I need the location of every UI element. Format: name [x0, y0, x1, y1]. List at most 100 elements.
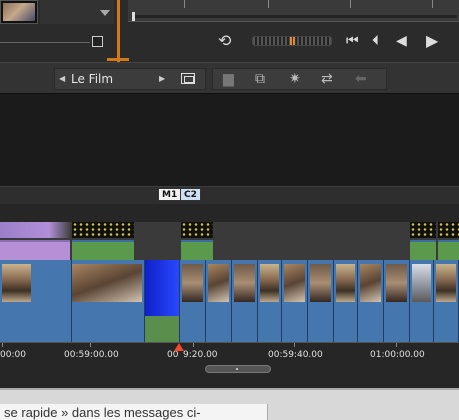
clip-thumbnail: [145, 260, 179, 316]
skip-start-icon[interactable]: ⏮: [346, 30, 359, 52]
overlay-clip[interactable]: [438, 222, 459, 260]
marker-m1[interactable]: M1: [158, 188, 182, 201]
scrubber-tick: [184, 0, 185, 8]
video-clip[interactable]: [384, 260, 410, 342]
scrubber-tick: [268, 0, 269, 8]
jog-shuttle[interactable]: [252, 36, 332, 46]
project-navigator: ◀ Le Film ▶: [54, 68, 206, 90]
chevron-down-icon[interactable]: [100, 10, 110, 16]
clip-thumbnail: [412, 264, 431, 302]
ruler-tick: [90, 343, 91, 347]
overlay-clip[interactable]: [72, 222, 134, 260]
scrollbar-grip: [236, 368, 238, 370]
timecode-label: 00: [167, 350, 179, 360]
clip-audio: [72, 240, 134, 260]
clip-thumbnail: [72, 264, 142, 302]
clip-audio: [410, 240, 436, 260]
track-separator: [0, 204, 459, 222]
play-icon[interactable]: ▶: [426, 30, 438, 52]
video-clip[interactable]: [308, 260, 334, 342]
overlay-track: [0, 222, 459, 260]
link-icon[interactable]: ⇄: [321, 71, 333, 87]
comment-icon[interactable]: ▆: [223, 71, 234, 87]
clip-thumbnail: [260, 264, 279, 302]
clip-frame: [181, 222, 213, 238]
preview-scrubber[interactable]: [128, 0, 459, 22]
chevron-left-icon[interactable]: ◀: [59, 69, 65, 89]
scrubber-tick: [350, 0, 351, 8]
video-clip[interactable]: [206, 260, 232, 342]
timecode-label: 00:00: [0, 350, 26, 360]
timecode-label: 9:20.00: [183, 350, 218, 360]
playhead[interactable]: [174, 343, 184, 351]
video-clip[interactable]: [410, 260, 434, 342]
timecode-label: 01:00:00.00: [370, 350, 425, 360]
video-clip[interactable]: [358, 260, 384, 342]
clip-thumbnail: [182, 264, 203, 302]
transition-icon[interactable]: ⧉: [255, 71, 265, 87]
ruler-tick: [2, 343, 3, 347]
scrubber-tick: [432, 0, 433, 8]
preview-area: ⟲ ⏮ ⏴ ◀ ▶: [0, 0, 459, 62]
marker-band: M1 C2: [0, 186, 459, 204]
browser-content: se rapide » dans les messages ci-: [0, 388, 459, 420]
ruler-tick: [396, 343, 397, 347]
step-back-icon[interactable]: ◀: [396, 30, 407, 52]
transport-controls: ⟲ ⏮ ⏴ ◀ ▶: [210, 30, 459, 52]
clip-thumbnail: [234, 264, 255, 302]
option-checkbox[interactable]: [92, 36, 103, 47]
clip-thumbnail: [336, 264, 355, 302]
prev-frame-icon[interactable]: ⏴: [372, 30, 379, 52]
marker-c2[interactable]: C2: [180, 188, 201, 201]
clip-thumbnail: [436, 264, 456, 302]
timeline-empty-area: [0, 94, 459, 186]
video-clip[interactable]: [145, 260, 180, 342]
splitter-handle[interactable]: [107, 58, 129, 61]
clip-audio: [181, 240, 213, 260]
clip-frame: [410, 222, 436, 238]
video-clip[interactable]: [232, 260, 258, 342]
scrubber-track[interactable]: [132, 15, 457, 18]
video-clip[interactable]: [0, 260, 72, 342]
clip-thumbnail: [2, 264, 31, 302]
video-clip[interactable]: [434, 260, 459, 342]
timecode-label: 00:59:00.00: [64, 350, 119, 360]
video-clip[interactable]: [334, 260, 358, 342]
forum-post: se rapide » dans les messages ci-: [0, 404, 268, 420]
clip-thumbnail: [386, 264, 407, 302]
zoom-slider[interactable]: [0, 42, 90, 43]
clip-frame: [0, 222, 70, 238]
storyboard-icon[interactable]: [181, 73, 195, 84]
panel-splitter[interactable]: [117, 0, 120, 62]
edit-tools: ▆ ⧉ ✷ ⇄ ⬅: [212, 68, 387, 90]
thumbnail-image: [3, 3, 35, 21]
clip-thumbnail: [310, 264, 331, 302]
overlay-clip[interactable]: [0, 222, 70, 260]
video-track: [0, 260, 459, 342]
jog-center: [290, 37, 296, 45]
overlay-clip[interactable]: [181, 222, 213, 260]
clip-thumbnail: [208, 264, 229, 302]
video-clip[interactable]: [180, 260, 206, 342]
effect-icon[interactable]: ✷: [289, 71, 301, 87]
video-clip[interactable]: [282, 260, 308, 342]
ruler-tick: [193, 343, 194, 347]
clip-audio: [0, 240, 70, 260]
video-clip[interactable]: [72, 260, 145, 342]
video-clip[interactable]: [258, 260, 282, 342]
ruler-tick: [294, 343, 295, 347]
time-ruler[interactable]: 00:00 00:59:00.00 00 9:20.00 00:59:40.00…: [0, 342, 459, 388]
chevron-right-icon[interactable]: ▶: [159, 69, 165, 89]
clip-frame: [72, 222, 134, 238]
clip-thumbnail: [360, 264, 381, 302]
scrubber-handle[interactable]: [132, 12, 135, 21]
back-arrow-icon[interactable]: ⬅: [355, 71, 367, 87]
clip-thumbnail[interactable]: [0, 0, 38, 24]
timeline-scrollbar[interactable]: [205, 365, 271, 373]
timeline-toolbar: ◀ Le Film ▶ ▆ ⧉ ✷ ⇄ ⬅: [0, 62, 459, 94]
clip-thumbnail: [284, 264, 305, 302]
clip-audio: [438, 240, 459, 260]
overlay-clip[interactable]: [410, 222, 436, 260]
forum-post-text: se rapide » dans les messages ci-: [4, 405, 201, 420]
loop-icon[interactable]: ⟲: [218, 30, 231, 52]
